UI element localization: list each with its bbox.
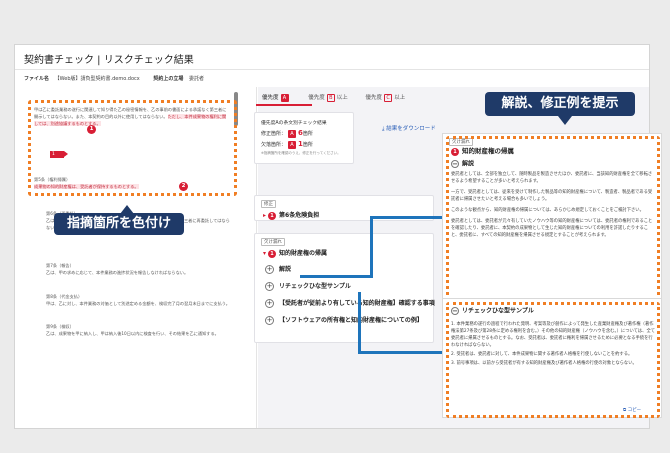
summary-title: 優先度Aの条文別チェック結果 xyxy=(261,121,327,126)
section-heading-fix[interactable]: ▸ 1 第6条危険負担 xyxy=(263,210,319,220)
arrow-h1 xyxy=(300,275,372,278)
chevron-right-icon: ▸ xyxy=(263,212,267,219)
expand-template-sample[interactable]: + リチェックひな型サンプル xyxy=(265,281,351,291)
expand-explanation[interactable]: + 解説 xyxy=(265,264,291,274)
plus-icon: + xyxy=(265,299,274,308)
plus-icon: + xyxy=(265,282,274,291)
plus-icon: + xyxy=(265,316,274,325)
tab-priority-a[interactable]: 優先度 A xyxy=(262,93,291,102)
window-title: 契約書チェック | リスクチェック結果 xyxy=(24,55,194,66)
chevron-down-icon: ▾ xyxy=(263,250,267,257)
left-highlight-frame xyxy=(28,100,237,196)
download-icon: ⤓ xyxy=(382,126,385,132)
download-link[interactable]: ⤓ 結果をダウンロード xyxy=(382,124,436,133)
tab-priority-c[interactable]: 優先度 C 以上 xyxy=(366,93,405,102)
expand-item-3[interactable]: + 【受託者が従前より有している知的財産権】確認する事項 xyxy=(265,298,435,308)
section-tag-fix: 修正 xyxy=(261,200,276,208)
arrow-v2 xyxy=(358,292,361,354)
section-heading-missing[interactable]: ▾ 1 知的財産権の帰属 xyxy=(263,248,327,258)
callout-suggestion-tip xyxy=(558,116,572,125)
summary-row-missing: 欠落箇所： A 1箇所 xyxy=(261,140,313,149)
expand-item-4[interactable]: + 【ソフトウェアの所有権と知的財産権についての例】 xyxy=(265,315,423,325)
active-tab-indicator xyxy=(256,104,312,106)
doc-block-6: 第9条（検収） 乙は、成果物を甲に納入し、甲は納入後10日以内に検査を行い、その… xyxy=(46,324,219,336)
right-highlight-frame-1 xyxy=(446,136,660,301)
file-name-value: 【Web版】請負型契約書.demo.docx xyxy=(54,76,140,82)
file-name-label: ファイル名 xyxy=(24,76,50,82)
arrow-h3 xyxy=(358,351,442,354)
arrow-h2 xyxy=(370,216,442,219)
flag-marker[interactable]: 1 xyxy=(50,151,68,158)
priority-tabs: 優先度 A 優先度 B 以上 優先度 C 以上 xyxy=(262,93,421,102)
marker-1[interactable]: 1 xyxy=(87,125,96,134)
callout-highlight-tip xyxy=(120,205,134,214)
summary-note: ※指摘箇所を確認のうえ、修正を行ってください。 xyxy=(261,151,341,155)
callout-highlight: 指摘箇所を色付け xyxy=(54,213,184,235)
marker-2[interactable]: 2 xyxy=(179,182,188,191)
arrow-v1 xyxy=(370,216,373,278)
plus-icon: + xyxy=(265,265,274,274)
tab-priority-b[interactable]: 優先度 B 以上 xyxy=(308,93,348,102)
summary-row-fix: 修正箇所： A 6箇所 xyxy=(261,129,313,138)
position-value: 委託者 xyxy=(188,76,204,82)
file-info-row: ファイル名 【Web版】請負型契約書.demo.docx 契約上の立場 委託者 xyxy=(24,75,216,82)
doc-block-5: 第8条（代金支払） 甲は、乙に対し、本件業務の対価として別途定める金額を、検収完… xyxy=(46,294,230,306)
callout-suggestion: 解説、修正例を提示 xyxy=(485,92,635,116)
section-tag-missing: 欠け漏れ xyxy=(261,238,285,246)
right-highlight-frame-2 xyxy=(446,302,660,418)
doc-block-4: 第7条（報告） 乙は、甲の求めに応じて、本件業務の進捗状況を報告しなければならな… xyxy=(46,263,189,275)
title-divider xyxy=(15,69,649,70)
section-card-missing: 欠け漏れ ▾ 1 知的財産権の帰属 + 解説 + リチェックひな型サンプル + 【受託者が… xyxy=(254,233,435,343)
summary-card: 優先度Aの条文別チェック結果 修正箇所： A 6箇所 欠落箇所： A 1箇所 ※指摘箇所… xyxy=(254,112,354,164)
position-label: 契約上の立場 xyxy=(153,76,184,82)
